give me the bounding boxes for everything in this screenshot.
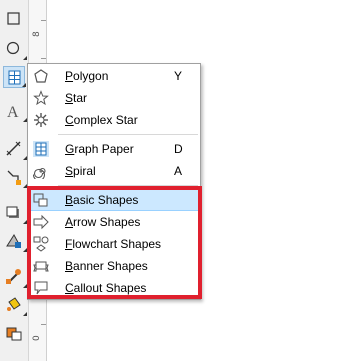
menu-item-complex-star[interactable]: Complex Star <box>29 109 199 131</box>
svg-text:A: A <box>7 104 19 121</box>
menu-item-label: Star <box>65 91 88 105</box>
ruler-label: 0 <box>32 335 42 341</box>
fill-tool[interactable] <box>3 294 27 316</box>
menu-item-star[interactable]: Star <box>29 87 199 109</box>
fill-icon <box>7 297 21 311</box>
menu-item-shortcut: A <box>174 164 183 178</box>
graph-paper-icon <box>33 141 49 157</box>
star-icon <box>33 90 49 106</box>
menu-item-shortcut: D <box>174 142 183 156</box>
rectangle-icon <box>7 12 20 25</box>
menu-item-graph-paper[interactable]: Graph Paper D <box>29 138 199 160</box>
menu-item-label: Polygon <box>65 69 109 83</box>
drop-shadow-tool[interactable] <box>3 202 27 224</box>
connector-tool[interactable] <box>3 166 27 188</box>
drop-shadow-icon <box>6 206 19 218</box>
text-icon: A <box>7 104 19 121</box>
eyedropper-tool[interactable] <box>3 266 27 288</box>
menu-item-shortcut: Y <box>174 69 183 83</box>
spiral-icon <box>33 167 46 179</box>
menu-item-label: Spiral <box>65 164 96 178</box>
ruler-label: 8 <box>32 31 42 37</box>
parallel-dimension-icon <box>6 141 21 156</box>
transparency-tool[interactable] <box>3 230 27 252</box>
ellipse-icon <box>6 41 20 55</box>
toolbox: A <box>0 0 29 361</box>
object-tool[interactable] <box>3 66 26 88</box>
menu-item-spiral[interactable]: Spiral A <box>29 160 199 182</box>
smart-fill-tool[interactable] <box>3 322 25 344</box>
menu-item-label: Complex Star <box>65 113 138 127</box>
polygon-icon <box>34 69 48 83</box>
dimension-tool[interactable] <box>3 138 27 160</box>
menu-item-polygon[interactable]: Polygon Y <box>29 65 199 87</box>
transparency-icon <box>6 234 21 248</box>
connector-icon <box>7 170 21 185</box>
menu-item-label: Graph Paper <box>65 142 134 156</box>
smart-fill-icon <box>6 327 22 341</box>
complex-star-icon <box>34 113 48 127</box>
ellipse-tool[interactable] <box>3 38 27 60</box>
menu-separator <box>58 134 198 135</box>
rectangle-tool[interactable] <box>3 8 25 30</box>
text-tool[interactable]: A <box>3 100 27 122</box>
eyedropper-icon <box>6 269 21 284</box>
highlight-box <box>27 186 202 299</box>
